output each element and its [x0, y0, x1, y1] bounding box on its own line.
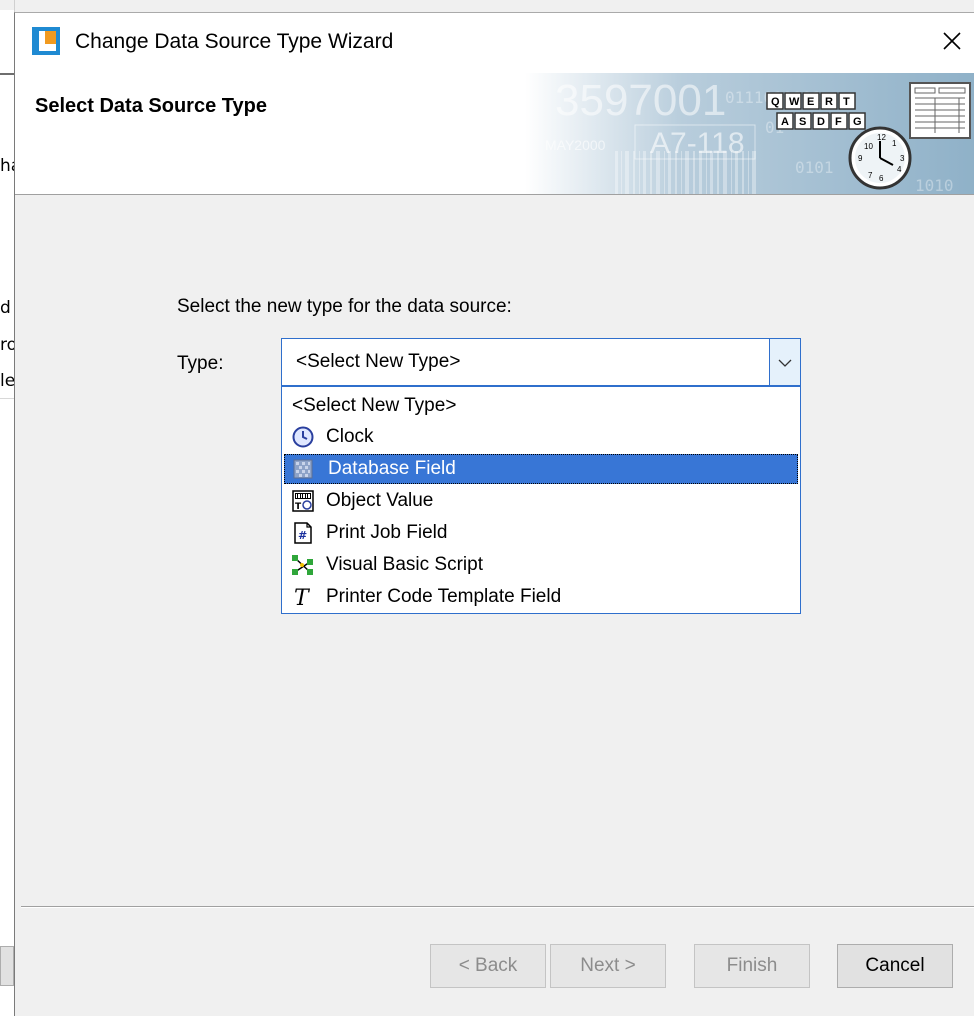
svg-text:MAY2000: MAY2000	[545, 137, 606, 153]
dropdown-option-print-job-field[interactable]: # Print Job Field	[284, 518, 798, 548]
svg-text:6: 6	[879, 174, 884, 183]
dropdown-option-select-new-type[interactable]: <Select New Type>	[284, 391, 798, 421]
svg-text:7: 7	[868, 171, 873, 180]
type-label: Type:	[177, 353, 224, 374]
next-button[interactable]: Next >	[550, 944, 666, 988]
background-window-divider	[0, 398, 14, 399]
chevron-down-icon	[778, 353, 792, 372]
svg-text:R: R	[825, 96, 833, 108]
svg-text:T: T	[294, 586, 311, 608]
svg-text:3: 3	[900, 154, 905, 163]
svg-text:S: S	[799, 116, 806, 128]
background-text-fragment: ha	[0, 156, 14, 176]
dropdown-option-visual-basic-script[interactable]: Visual Basic Script	[284, 550, 798, 580]
background-window-divider	[0, 73, 14, 75]
wizard-dialog: Change Data Source Type Wizard Select Da…	[14, 12, 974, 1016]
svg-text:F: F	[835, 116, 842, 128]
svg-text:10: 10	[864, 142, 873, 151]
background-window: ha d ro le	[0, 0, 15, 1016]
svg-text:1010: 1010	[915, 176, 954, 194]
svg-text:A7-118: A7-118	[650, 127, 745, 160]
template-icon: T	[290, 584, 316, 610]
type-dropdown-list: <Select New Type> Clock Database Field T…	[281, 386, 801, 614]
background-text-fragment: d	[0, 298, 11, 318]
script-icon	[290, 552, 316, 578]
svg-text:4: 4	[897, 165, 902, 174]
background-text-fragment: le	[0, 371, 14, 391]
clock-icon	[290, 424, 316, 450]
title-bar: Change Data Source Type Wizard	[15, 13, 974, 73]
svg-text:0101: 0101	[795, 158, 834, 177]
svg-text:A: A	[781, 116, 789, 128]
option-label: Object Value	[326, 490, 434, 511]
svg-text:1: 1	[892, 139, 897, 148]
svg-text:12: 12	[877, 133, 886, 142]
type-combobox-value: <Select New Type>	[296, 351, 461, 372]
svg-text:G: G	[853, 116, 862, 128]
svg-text:9: 9	[858, 154, 863, 163]
close-icon	[942, 31, 962, 55]
dropdown-option-printer-code-template-field[interactable]: T Printer Code Template Field	[284, 582, 798, 612]
option-label: Clock	[326, 426, 374, 447]
type-prompt-label: Select the new type for the data source:	[177, 296, 512, 317]
svg-text:E: E	[807, 96, 814, 108]
dropdown-option-object-value[interactable]: T Object Value	[284, 486, 798, 516]
svg-text:T: T	[295, 502, 302, 512]
svg-text:3597001: 3597001	[555, 76, 726, 125]
footer-separator	[21, 906, 974, 908]
header-banner-image: 3597001 A7-118 MAY2000 0111010001 01 010…	[525, 73, 974, 194]
close-button[interactable]	[929, 13, 974, 73]
app-logo-icon	[32, 27, 60, 55]
svg-text:Q: Q	[771, 96, 780, 108]
background-text-fragment: ro	[0, 335, 14, 355]
cancel-button[interactable]: Cancel	[837, 944, 953, 988]
database-icon	[290, 456, 316, 482]
background-window-band	[0, 0, 14, 10]
object-value-icon: T	[290, 488, 316, 514]
wizard-header: Select Data Source Type 3597001 A7-118 M…	[15, 73, 974, 195]
combobox-dropdown-button[interactable]	[769, 339, 800, 385]
dropdown-option-database-field[interactable]: Database Field	[284, 454, 798, 484]
background-window-button	[0, 946, 14, 986]
window-title: Change Data Source Type Wizard	[75, 30, 394, 53]
option-label: Database Field	[328, 458, 456, 479]
option-label: Printer Code Template Field	[326, 586, 562, 607]
page-title: Select Data Source Type	[35, 95, 267, 117]
dropdown-option-clock[interactable]: Clock	[284, 422, 798, 452]
option-label: Visual Basic Script	[326, 554, 483, 575]
finish-button[interactable]: Finish	[694, 944, 810, 988]
type-combobox[interactable]: <Select New Type>	[281, 338, 801, 386]
option-label: Print Job Field	[326, 522, 448, 543]
print-job-icon: #	[290, 520, 316, 546]
svg-text:#: #	[298, 529, 307, 542]
svg-text:W: W	[789, 96, 800, 108]
svg-text:T: T	[843, 96, 850, 108]
option-label: <Select New Type>	[292, 395, 457, 416]
svg-text:D: D	[817, 116, 825, 128]
back-button[interactable]: < Back	[430, 944, 546, 988]
